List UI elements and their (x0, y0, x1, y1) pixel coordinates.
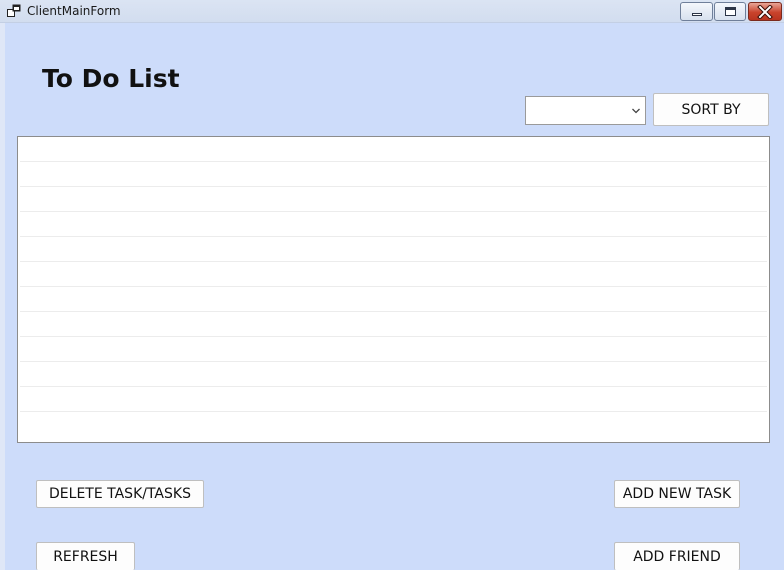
list-item[interactable] (20, 162, 767, 187)
list-item[interactable] (20, 137, 767, 162)
add-friend-button[interactable]: ADD FRIEND (614, 542, 740, 570)
list-item[interactable] (20, 187, 767, 212)
delete-task-button[interactable]: DELETE TASK/TASKS (36, 480, 204, 508)
window-left-edge (0, 23, 5, 570)
refresh-button[interactable]: REFRESH (36, 542, 135, 570)
window-title: ClientMainForm (27, 4, 121, 18)
sort-by-button[interactable]: SORT BY (653, 93, 769, 126)
add-new-task-button[interactable]: ADD NEW TASK (614, 480, 740, 508)
list-item[interactable] (20, 337, 767, 362)
sort-dropdown[interactable] (525, 96, 646, 125)
client-main-window: ClientMainForm To Do List SORT BY DELETE… (0, 0, 784, 570)
minimize-icon (691, 13, 702, 16)
close-icon (757, 4, 773, 19)
list-item[interactable] (20, 387, 767, 412)
page-title: To Do List (42, 64, 180, 93)
list-item[interactable] (20, 362, 767, 387)
task-list[interactable] (17, 136, 770, 443)
title-bar[interactable]: ClientMainForm (0, 0, 784, 23)
maximize-icon (724, 7, 736, 16)
list-item[interactable] (20, 287, 767, 312)
chevron-down-icon (632, 108, 640, 114)
list-item[interactable] (20, 237, 767, 262)
window-app-icon[interactable] (7, 4, 21, 18)
list-item[interactable] (20, 312, 767, 337)
list-item[interactable] (20, 212, 767, 237)
close-button[interactable] (748, 2, 782, 21)
minimize-button[interactable] (680, 2, 713, 21)
maximize-button[interactable] (714, 2, 746, 21)
list-item[interactable] (20, 262, 767, 287)
